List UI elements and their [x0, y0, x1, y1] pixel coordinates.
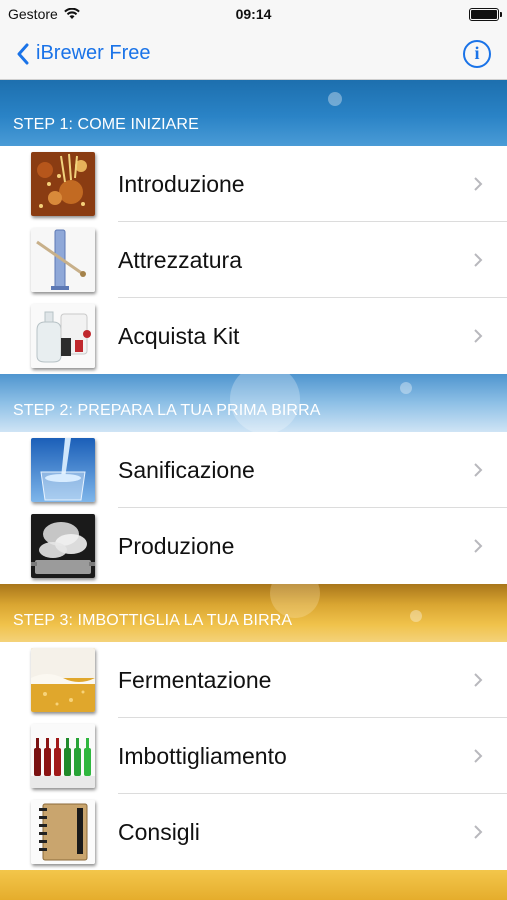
list-item-label: Attrezzatura: [118, 246, 242, 273]
footer-banner: [0, 870, 507, 900]
chevron-right-icon: [474, 825, 483, 839]
list-item-acquista-kit[interactable]: Acquista Kit: [0, 298, 507, 374]
wifi-icon: [64, 8, 80, 19]
list-item-label: Imbottigliamento: [118, 742, 287, 769]
status-bar: Gestore 09:14: [0, 0, 507, 28]
notebook-icon: [31, 800, 95, 864]
list-item-imbottigliamento[interactable]: Imbottigliamento: [0, 718, 507, 794]
bottles-icon: [31, 724, 95, 788]
chevron-right-icon: [474, 749, 483, 763]
list-item-sanificazione[interactable]: Sanificazione: [0, 432, 507, 508]
list-item-label: Sanificazione: [118, 456, 255, 483]
info-icon: i: [474, 43, 480, 63]
back-button[interactable]: iBrewer Free: [16, 42, 150, 65]
section-header-step-2: STEP 2: PREPARA LA TUA PRIMA BIRRA: [0, 374, 507, 432]
chevron-left-icon: [17, 43, 29, 64]
list-item-introduzione[interactable]: Introduzione: [0, 146, 507, 222]
content-list[interactable]: STEP 1: COME INIZIARE Introduzione Attre…: [0, 80, 507, 900]
brewing-kit-icon: [31, 304, 95, 368]
chevron-right-icon: [474, 539, 483, 553]
back-button-label: iBrewer Free: [36, 42, 151, 64]
water-glass-icon: [31, 438, 95, 502]
chevron-right-icon: [474, 463, 483, 477]
chevron-right-icon: [474, 177, 483, 191]
section-header-step-3: STEP 3: IMBOTTIGLIA LA TUA BIRRA: [0, 584, 507, 642]
info-button[interactable]: i: [463, 39, 491, 68]
beer-foam-icon: [31, 648, 95, 712]
chevron-right-icon: [474, 253, 483, 267]
status-left: Gestore: [8, 6, 80, 22]
section-title: STEP 1: COME INIZIARE: [13, 116, 199, 133]
list-item-label: Introduzione: [118, 170, 245, 197]
battery-icon: [469, 7, 502, 21]
chevron-right-icon: [474, 673, 483, 687]
list-item-label: Acquista Kit: [118, 322, 240, 349]
list-item-label: Consigli: [118, 818, 200, 845]
chevron-right-icon: [474, 329, 483, 343]
list-item-label: Fermentazione: [118, 666, 272, 693]
list-item-fermentazione[interactable]: Fermentazione: [0, 642, 507, 718]
hydrometer-icon: [31, 228, 95, 292]
carrier-label: Gestore: [8, 6, 58, 22]
list-item-attrezzatura[interactable]: Attrezzatura: [0, 222, 507, 298]
navigation-bar: iBrewer Free i: [0, 28, 507, 80]
boiling-pot-icon: [31, 514, 95, 578]
malt-hops-icon: [31, 152, 95, 216]
list-item-produzione[interactable]: Produzione: [0, 508, 507, 584]
list-item-label: Produzione: [118, 532, 235, 559]
section-header-step-1: STEP 1: COME INIZIARE: [0, 80, 507, 146]
list-item-consigli[interactable]: Consigli: [0, 794, 507, 870]
section-title: STEP 3: IMBOTTIGLIA LA TUA BIRRA: [13, 612, 293, 629]
